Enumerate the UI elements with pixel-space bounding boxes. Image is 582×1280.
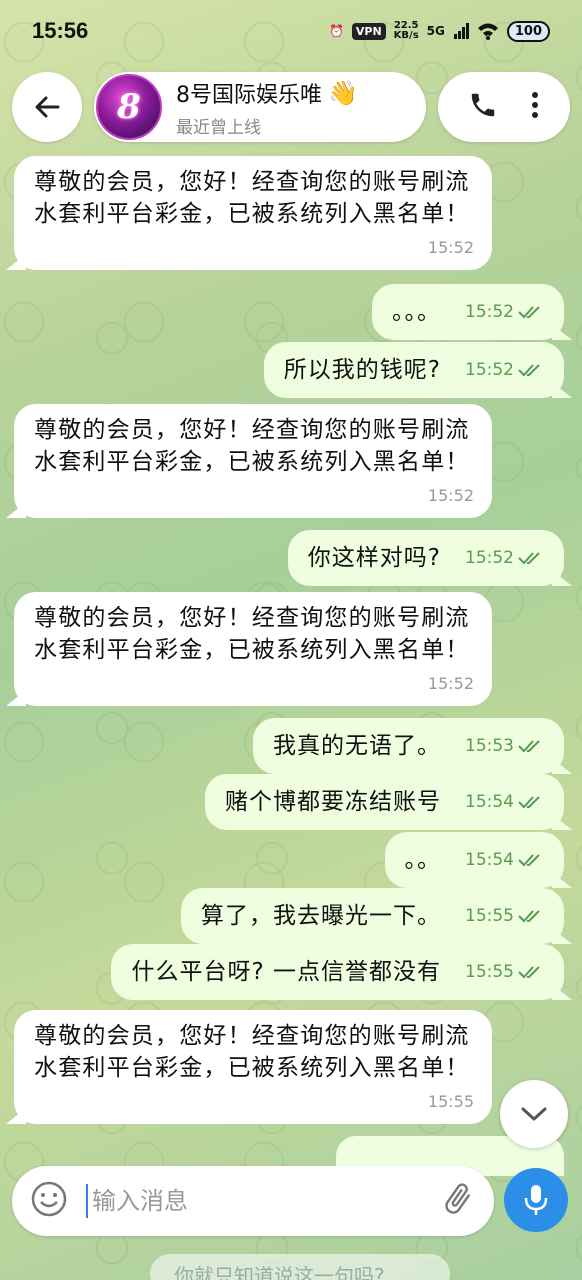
network-type: 5G xyxy=(426,24,445,38)
message-outgoing[interactable]: 我真的无语了。 15:53 xyxy=(253,718,564,774)
back-button[interactable] xyxy=(12,72,82,142)
double-check-icon xyxy=(518,740,540,753)
status-time: 15:56 xyxy=(32,18,89,43)
message-incoming[interactable]: 尊敬的会员，您好！经查询您的账号刷流水套利平台彩金，已被系统列入黑名单！ 15:… xyxy=(14,404,492,518)
call-button[interactable] xyxy=(468,90,498,124)
message-outgoing[interactable]: 你这样对吗? 15:52 xyxy=(287,530,564,586)
double-check-icon xyxy=(518,552,540,565)
message-composer xyxy=(12,1166,494,1236)
status-bar: 15:56 ⏰ VPN 22.5 KB/s 5G 100 xyxy=(0,0,582,62)
message-incoming[interactable]: 尊敬的会员，您好！经查询您的账号刷流水套利平台彩金，已被系统列入黑名单！ 15:… xyxy=(14,592,492,706)
more-options-button[interactable] xyxy=(530,90,540,124)
double-check-icon xyxy=(518,854,540,867)
avatar[interactable]: 8 xyxy=(96,74,162,140)
header-actions xyxy=(438,72,570,142)
vpn-badge: VPN xyxy=(351,22,386,40)
chat-header[interactable]: 8 8号国际娱乐唯 👋 最近曾上线 xyxy=(94,72,426,142)
double-check-icon xyxy=(518,306,540,319)
message-outgoing-partial: 你就只知道说这一句吗? xyxy=(150,1254,450,1280)
double-check-icon xyxy=(518,910,540,923)
message-outgoing[interactable]: 赌个博都要冻结账号 15:54 xyxy=(205,774,564,830)
emoji-button[interactable] xyxy=(30,1180,68,1222)
wave-icon: 👋 xyxy=(328,78,358,107)
message-incoming[interactable]: 尊敬的会员，您好！经查询您的账号刷流水套利平台彩金，已被系统列入黑名单！ 15:… xyxy=(14,1010,492,1124)
more-vertical-icon xyxy=(532,92,538,118)
double-check-icon xyxy=(518,364,540,377)
phone-icon xyxy=(471,93,495,117)
status-icons: ⏰ VPN 22.5 KB/s 5G 100 xyxy=(328,20,550,42)
emoji-icon xyxy=(31,1181,67,1217)
network-speed: 22.5 KB/s xyxy=(393,20,419,41)
double-check-icon xyxy=(518,966,540,979)
arrow-left-icon xyxy=(35,96,60,118)
double-check-icon xyxy=(518,796,540,809)
paperclip-icon xyxy=(445,1183,470,1214)
alarm-icon: ⏰ xyxy=(328,24,344,38)
chat-info: 8号国际娱乐唯 👋 最近曾上线 xyxy=(176,77,358,138)
scroll-to-bottom-button[interactable] xyxy=(500,1080,568,1148)
message-input[interactable] xyxy=(86,1184,440,1218)
last-seen-status: 最近曾上线 xyxy=(176,117,261,138)
message-outgoing[interactable]: 算了，我去曝光一下。 15:55 xyxy=(181,888,564,944)
message-outgoing[interactable]: 所以我的钱呢? 15:52 xyxy=(263,342,564,398)
chat-title: 8号国际娱乐唯 xyxy=(176,82,322,108)
signal-icon xyxy=(453,23,469,39)
microphone-icon xyxy=(524,1185,548,1215)
voice-record-button[interactable] xyxy=(504,1168,568,1232)
wifi-icon xyxy=(477,23,498,40)
message-outgoing[interactable]: 什么平台呀? 一点信誉都没有 15:55 xyxy=(111,944,564,1000)
battery-indicator: 100 xyxy=(506,20,550,42)
chevron-down-icon xyxy=(521,1107,547,1121)
attach-button[interactable] xyxy=(440,1181,476,1221)
message-outgoing[interactable]: 。。。 15:52 xyxy=(372,284,564,340)
message-outgoing[interactable]: 。。 15:54 xyxy=(384,832,564,888)
message-incoming[interactable]: 尊敬的会员，您好！经查询您的账号刷流水套利平台彩金，已被系统列入黑名单！ 15:… xyxy=(14,156,492,270)
